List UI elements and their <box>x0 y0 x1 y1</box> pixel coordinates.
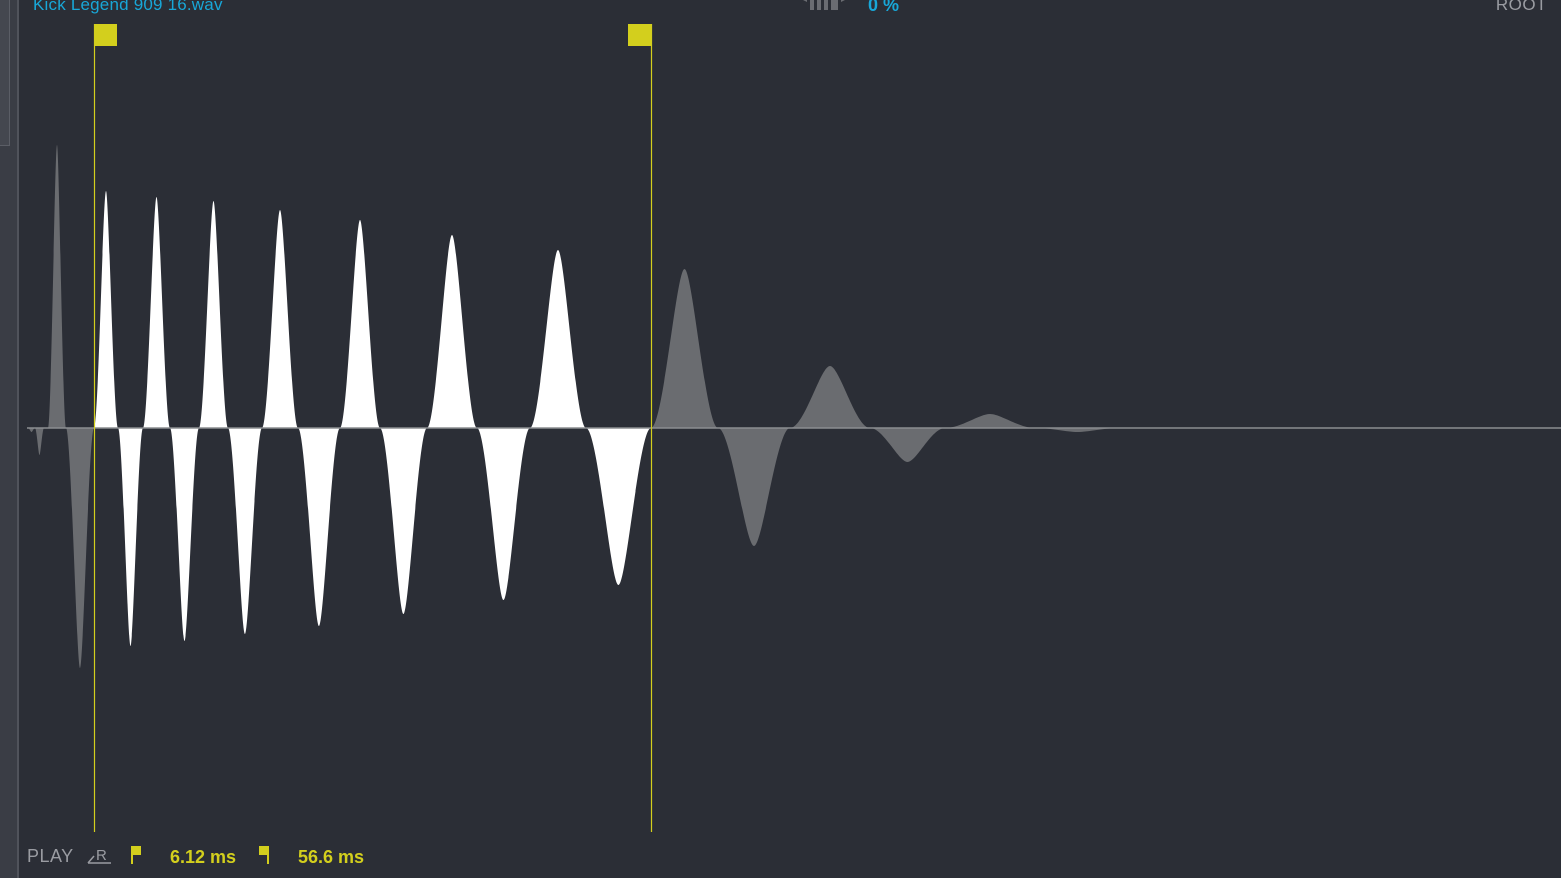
waveform-lobe <box>477 428 530 600</box>
end-marker-handle[interactable] <box>628 24 652 46</box>
waveform-lobe <box>35 428 44 455</box>
waveform-lobe <box>48 145 66 428</box>
waveform-lobe <box>530 250 586 428</box>
waveform-lobe <box>228 428 262 634</box>
waveform-lobe <box>340 220 380 428</box>
waveform-display[interactable] <box>0 0 1561 878</box>
waveform-lobe <box>143 197 170 428</box>
end-time-value[interactable]: 56.6 ms <box>298 847 364 868</box>
reverse-label: R <box>96 847 107 864</box>
waveform-lobe <box>427 235 477 428</box>
waveform-lobe <box>718 428 790 546</box>
play-mode-label[interactable]: PLAY <box>27 846 74 867</box>
sample-footer-bar: PLAY R 6.12 ms 56.6 ms <box>0 838 600 874</box>
waveform-lobe <box>170 428 199 641</box>
start-time-value[interactable]: 6.12 ms <box>170 847 236 868</box>
waveform-lobe <box>118 428 143 646</box>
waveform-lobe <box>870 428 945 462</box>
start-flag-icon <box>131 846 141 864</box>
reverse-icon[interactable]: R <box>86 843 112 869</box>
waveform-lobe <box>651 269 718 428</box>
waveform-active-region <box>94 191 651 646</box>
start-marker-handle[interactable] <box>94 24 117 46</box>
waveform-lobe <box>790 366 870 428</box>
waveform-lobe <box>262 210 298 428</box>
waveform-lobe <box>298 428 340 626</box>
waveform-lobe <box>199 201 228 428</box>
waveform-lobe <box>66 428 94 668</box>
waveform-lobe <box>945 414 1035 428</box>
end-flag-icon <box>259 846 269 864</box>
waveform-lobe <box>94 191 118 428</box>
waveform-lobe <box>380 428 427 614</box>
waveform-lobe <box>586 428 651 585</box>
